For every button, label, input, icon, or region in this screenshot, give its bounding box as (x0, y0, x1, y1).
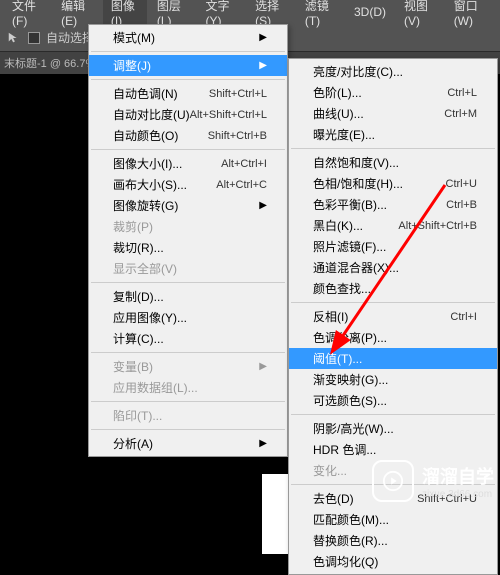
menu-equalize[interactable]: 色调均化(Q) (289, 551, 497, 572)
menu-exposure[interactable]: 曝光度(E)... (289, 124, 497, 145)
menu-shadows-highlights[interactable]: 阴影/高光(W)... (289, 418, 497, 439)
menu-crop: 裁剪(P) (89, 216, 287, 237)
menu-image-rotation[interactable]: 图像旋转(G)▶ (89, 195, 287, 216)
separator (91, 401, 285, 402)
menu-color-balance[interactable]: 色彩平衡(B)...Ctrl+B (289, 194, 497, 215)
menu-mode[interactable]: 模式(M)▶ (89, 27, 287, 48)
menu-photo-filter[interactable]: 照片滤镜(F)... (289, 236, 497, 257)
menu-filter[interactable]: 滤镜(T) (297, 0, 344, 30)
menu-channel-mixer[interactable]: 通道混合器(X)... (289, 257, 497, 278)
separator (291, 148, 495, 149)
menu-canvas-size[interactable]: 画布大小(S)...Alt+Ctrl+C (89, 174, 287, 195)
menu-brightness-contrast[interactable]: 亮度/对比度(C)... (289, 61, 497, 82)
menu-apply-data-sets: 应用数据组(L)... (89, 377, 287, 398)
menu-reveal-all: 显示全部(V) (89, 258, 287, 279)
separator (91, 51, 285, 52)
move-tool-icon[interactable] (6, 30, 22, 46)
menu-duplicate[interactable]: 复制(D)... (89, 286, 287, 307)
menu-replace-color[interactable]: 替换颜色(R)... (289, 530, 497, 551)
menu-vibrance[interactable]: 自然饱和度(V)... (289, 152, 497, 173)
menu-threshold[interactable]: 阈值(T)... (289, 348, 497, 369)
menu-window[interactable]: 窗口(W) (446, 0, 496, 30)
menu-calculations[interactable]: 计算(C)... (89, 328, 287, 349)
menu-apply-image[interactable]: 应用图像(Y)... (89, 307, 287, 328)
separator (291, 302, 495, 303)
menu-color-lookup[interactable]: 颜色查找... (289, 278, 497, 299)
menu-posterize[interactable]: 色调分离(P)... (289, 327, 497, 348)
separator (91, 352, 285, 353)
document-tab[interactable]: 末标题-1 @ 66.7% (4, 55, 95, 71)
menu-selective-color[interactable]: 可选颜色(S)... (289, 390, 497, 411)
menubar: 文件(F) 编辑(E) 图像(I) 图层(L) 文字(Y) 选择(S) 滤镜(T… (0, 0, 500, 24)
separator (91, 79, 285, 80)
separator (91, 149, 285, 150)
menu-trap: 陷印(T)... (89, 405, 287, 426)
watermark: 溜溜自学 zixue.3d66.com (372, 460, 494, 502)
menu-hue-saturation[interactable]: 色相/饱和度(H)...Ctrl+U (289, 173, 497, 194)
menu-adjustments[interactable]: 调整(J)▶ (89, 55, 287, 76)
menu-auto-tone[interactable]: 自动色调(N)Shift+Ctrl+L (89, 83, 287, 104)
separator (291, 414, 495, 415)
watermark-brand: 溜溜自学 (422, 463, 494, 489)
menu-image-size[interactable]: 图像大小(I)...Alt+Ctrl+I (89, 153, 287, 174)
menu-auto-contrast[interactable]: 自动对比度(U)Alt+Shift+Ctrl+L (89, 104, 287, 125)
menu-curves[interactable]: 曲线(U)...Ctrl+M (289, 103, 497, 124)
menu-3d[interactable]: 3D(D) (346, 3, 394, 21)
watermark-site: zixue.3d66.com (422, 489, 494, 500)
menu-black-white[interactable]: 黑白(K)...Alt+Shift+Ctrl+B (289, 215, 497, 236)
menu-hdr-toning[interactable]: HDR 色调... (289, 439, 497, 460)
menu-levels[interactable]: 色阶(L)...Ctrl+L (289, 82, 497, 103)
play-icon (372, 460, 414, 502)
menu-analysis[interactable]: 分析(A)▶ (89, 433, 287, 454)
image-menu-dropdown: 模式(M)▶ 调整(J)▶ 自动色调(N)Shift+Ctrl+L 自动对比度(… (88, 24, 288, 457)
menu-trim[interactable]: 裁切(R)... (89, 237, 287, 258)
menu-match-color[interactable]: 匹配颜色(M)... (289, 509, 497, 530)
auto-select-checkbox[interactable] (28, 32, 40, 44)
menu-file[interactable]: 文件(F) (4, 0, 51, 30)
menu-invert[interactable]: 反相(I)Ctrl+I (289, 306, 497, 327)
menu-view[interactable]: 视图(V) (396, 0, 444, 30)
menu-auto-color[interactable]: 自动颜色(O)Shift+Ctrl+B (89, 125, 287, 146)
menu-variables: 变量(B)▶ (89, 356, 287, 377)
separator (91, 282, 285, 283)
separator (91, 429, 285, 430)
menu-gradient-map[interactable]: 渐变映射(G)... (289, 369, 497, 390)
